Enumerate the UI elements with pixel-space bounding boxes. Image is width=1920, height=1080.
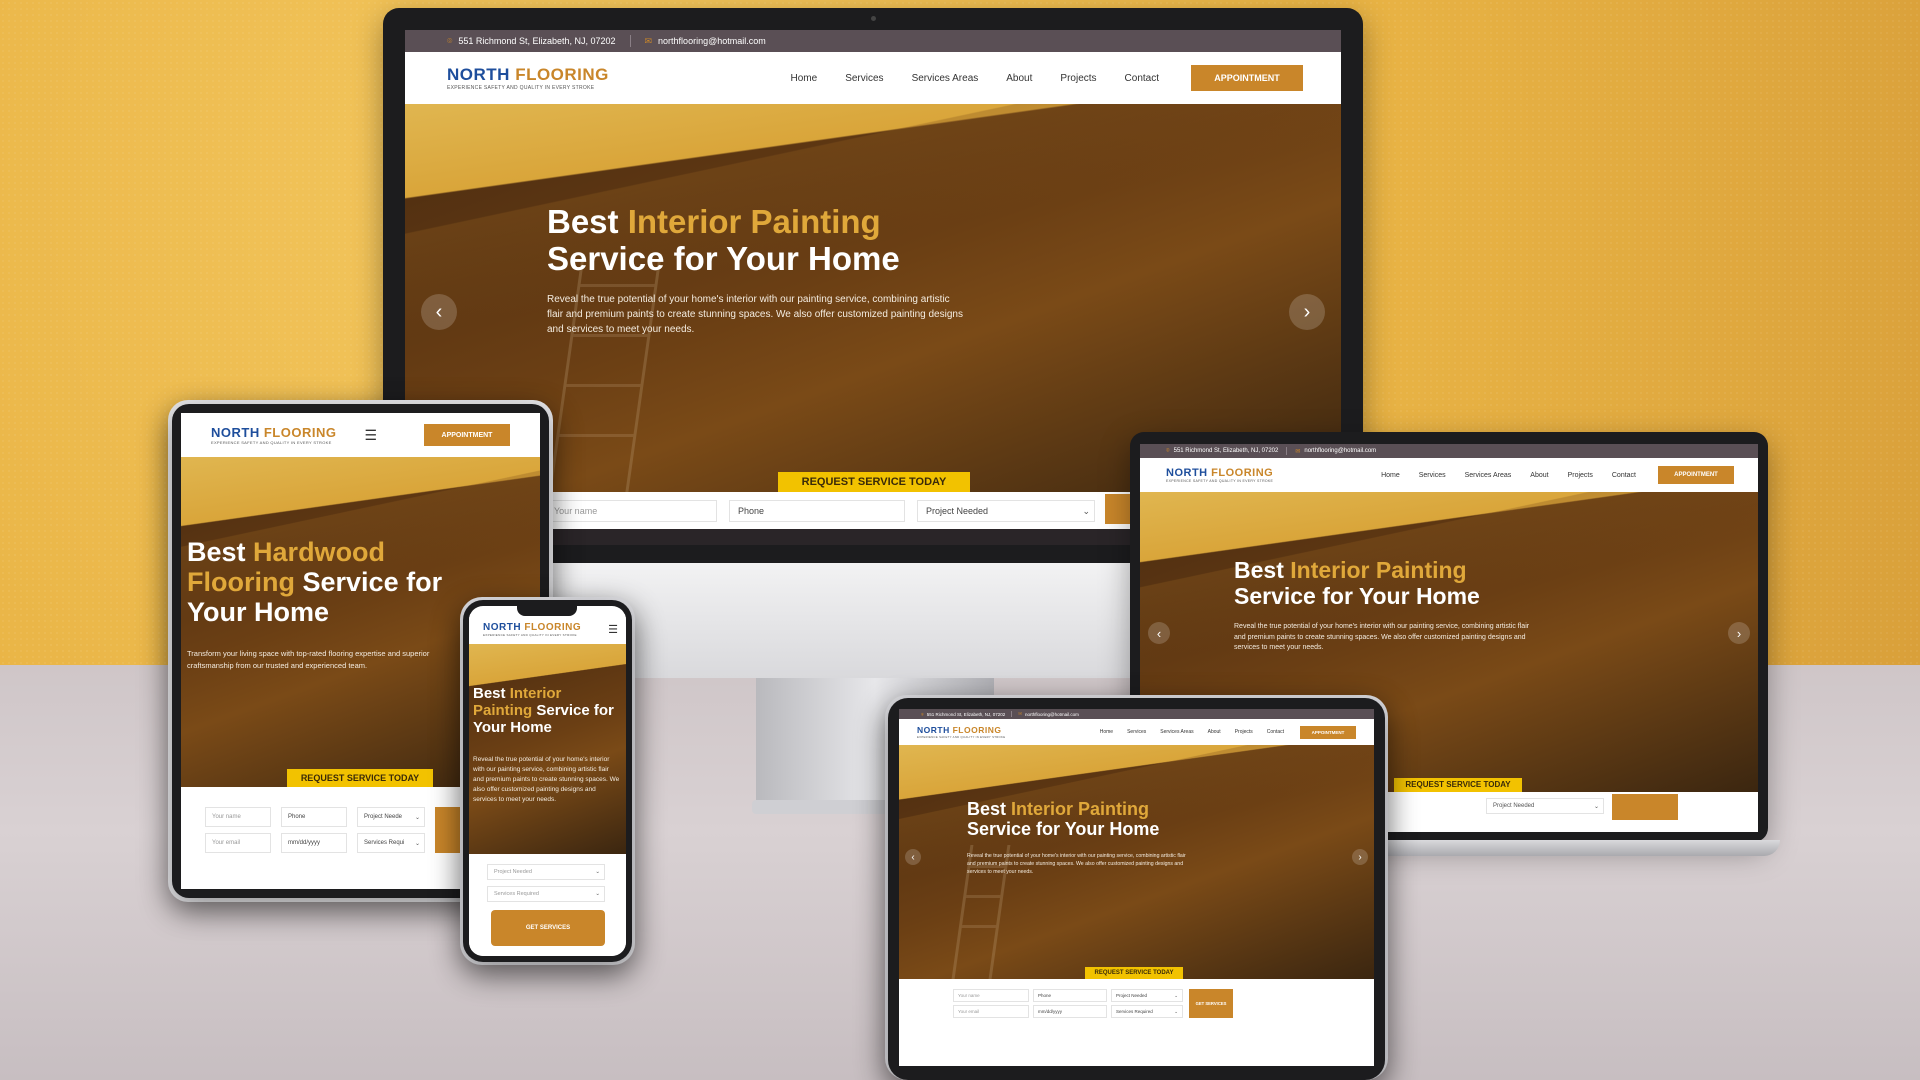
name-field[interactable]: Your name xyxy=(205,807,271,827)
mail-icon: ✉ xyxy=(1018,711,1023,716)
project-select[interactable]: Project Needed ⌄ xyxy=(1486,798,1604,814)
appointment-button[interactable]: APPOINTMENT xyxy=(1658,466,1734,484)
email[interactable]: ✉ northflooring@hotmail.com xyxy=(1018,711,1079,717)
chevron-down-icon: ⌄ xyxy=(1593,803,1599,810)
nav-home[interactable]: Home xyxy=(1381,472,1400,479)
location-pin-icon: ⌾ xyxy=(921,711,924,717)
phone-field[interactable]: Phone xyxy=(1033,989,1107,1002)
camera-dot xyxy=(871,16,876,21)
get-services-button[interactable]: GET SERVICES xyxy=(491,910,605,946)
nav-home[interactable]: Home xyxy=(1100,729,1113,735)
nav-projects[interactable]: Projects xyxy=(1568,472,1593,479)
chevron-down-icon: ⌄ xyxy=(1174,1008,1178,1014)
request-service-button[interactable]: REQUEST SERVICE TODAY xyxy=(1394,778,1522,792)
services-select[interactable]: Services Requi ⌄ xyxy=(357,833,425,853)
nav-services[interactable]: Services xyxy=(1127,729,1146,735)
carousel-prev-button[interactable]: ‹ xyxy=(1148,622,1170,644)
nav-services[interactable]: Services xyxy=(1419,472,1446,479)
hero-title: Best Interior Painting Service for Your H… xyxy=(547,203,900,277)
phone-device: NORTH FLOORING EXPERIENCE SAFETY AND QUA… xyxy=(460,597,635,965)
appointment-button[interactable]: APPOINTMENT xyxy=(1300,725,1356,739)
project-select[interactable]: Project Needed ⌄ xyxy=(1111,989,1183,1002)
carousel-prev-button[interactable]: ‹ xyxy=(905,849,921,865)
phone-notch xyxy=(517,606,577,616)
services-select[interactable]: Services Required ⌄ xyxy=(487,886,605,902)
date-field[interactable]: mm/dd/yyyy xyxy=(1033,1005,1107,1018)
services-select[interactable]: Services Required ⌄ xyxy=(1111,1005,1183,1018)
phone-field[interactable]: Phone xyxy=(729,500,905,522)
project-select[interactable]: Project Needed ⌄ xyxy=(487,864,605,880)
project-select[interactable]: Project Needed ⌄ xyxy=(917,500,1095,522)
nav-about[interactable]: About xyxy=(1530,472,1548,479)
phone-field[interactable]: Phone xyxy=(281,807,347,827)
mail-icon: ✉ xyxy=(1295,448,1301,455)
location-pin-icon: ⌾ xyxy=(1166,447,1170,454)
appointment-button[interactable]: APPOINTMENT xyxy=(424,424,510,446)
hero-title: Best Interior Painting Service for Your H… xyxy=(1234,557,1480,609)
address: ⌾ 551 Richmond St, Elizabeth, NJ, 07202 xyxy=(447,35,616,47)
tablet2-screen: ⌾ 551 Richmond St, Elizabeth, NJ, 07202 ✉… xyxy=(899,709,1374,1066)
hero-description: Reveal the true potential of your home's… xyxy=(1234,623,1530,651)
nav-about[interactable]: About xyxy=(1006,73,1032,84)
logo[interactable]: NORTH FLOORING EXPERIENCE SAFETY AND QUA… xyxy=(447,65,609,91)
tablet2-device: ⌾ 551 Richmond St, Elizabeth, NJ, 07202 ✉… xyxy=(885,695,1388,1080)
request-service-button[interactable]: REQUEST SERVICE TODAY xyxy=(1085,967,1183,979)
imac-topbar: ⌾ 551 Richmond St, Elizabeth, NJ, 07202 ✉… xyxy=(405,30,1341,52)
hero-title: Best Interior Painting Service for Your H… xyxy=(967,799,1160,840)
get-services-button[interactable]: GET SERVICES xyxy=(1189,989,1233,1018)
chevron-down-icon: ⌄ xyxy=(1082,505,1090,516)
nav-services-areas[interactable]: Services Areas xyxy=(912,73,979,84)
carousel-next-button[interactable]: › xyxy=(1289,294,1325,330)
nav-projects[interactable]: Projects xyxy=(1235,729,1253,735)
chevron-down-icon: ⌄ xyxy=(414,840,420,847)
hero-description: Transform your living space with top-rat… xyxy=(187,649,430,670)
get-services-button[interactable] xyxy=(1612,794,1678,820)
logo[interactable]: NORTH FLOORING EXPERIENCE SAFETY AND QUA… xyxy=(1166,467,1273,483)
nav-contact[interactable]: Contact xyxy=(1125,73,1159,84)
phone-screen: NORTH FLOORING EXPERIENCE SAFETY AND QUA… xyxy=(469,606,626,956)
location-pin-icon: ⌾ xyxy=(447,35,453,46)
carousel-next-button[interactable]: › xyxy=(1352,849,1368,865)
project-select[interactable]: Project Neede ⌄ xyxy=(357,807,425,827)
carousel-next-button[interactable]: › xyxy=(1728,622,1750,644)
nav-projects[interactable]: Projects xyxy=(1060,73,1096,84)
nav-services-areas[interactable]: Services Areas xyxy=(1160,729,1193,735)
logo[interactable]: NORTH FLOORING EXPERIENCE SAFETY AND QUA… xyxy=(211,425,336,445)
nav-services-areas[interactable]: Services Areas xyxy=(1465,472,1512,479)
logo[interactable]: NORTH FLOORING EXPERIENCE SAFETY AND QUA… xyxy=(483,622,581,637)
hamburger-menu-icon[interactable]: ☰ xyxy=(364,427,377,444)
request-service-button[interactable]: REQUEST SERVICE TODAY xyxy=(778,472,970,492)
hamburger-menu-icon[interactable]: ☰ xyxy=(608,623,618,636)
hero-title: Best Hardwood Flooring Service for Your Ho… xyxy=(187,537,443,628)
chevron-down-icon: ⌄ xyxy=(595,869,600,875)
nav-menu: Home Services Services Areas About Proje… xyxy=(791,73,1159,84)
email[interactable]: ✉ northflooring@hotmail.com xyxy=(1295,448,1376,455)
email[interactable]: ✉ northflooring@hotmail.com xyxy=(645,36,766,47)
chevron-down-icon: ⌄ xyxy=(1174,992,1178,998)
nav-home[interactable]: Home xyxy=(791,73,818,84)
chevron-down-icon: ⌄ xyxy=(414,814,420,821)
email-field[interactable]: Your email xyxy=(205,833,271,853)
hero-title: Best Interior Painting Service for Your Ho… xyxy=(473,685,614,736)
chevron-down-icon: ⌄ xyxy=(595,891,600,897)
hero-description: Reveal the true potential of your home's… xyxy=(967,853,1186,875)
request-service-button[interactable]: REQUEST SERVICE TODAY xyxy=(287,769,433,787)
name-field[interactable]: Your name xyxy=(547,500,717,522)
appointment-button[interactable]: APPOINTMENT xyxy=(1191,65,1303,91)
date-field[interactable]: mm/dd/yyyy xyxy=(281,833,347,853)
nav-services[interactable]: Services xyxy=(845,73,883,84)
name-field[interactable]: Your name xyxy=(953,989,1029,1002)
nav-contact[interactable]: Contact xyxy=(1612,472,1636,479)
nav-about[interactable]: About xyxy=(1208,729,1221,735)
email-field[interactable]: Your email xyxy=(953,1005,1029,1018)
hero-description: Reveal the true potential of your home's… xyxy=(473,756,620,804)
hero-description: Reveal the true potential of your home's… xyxy=(547,294,963,335)
mail-icon: ✉ xyxy=(644,35,653,46)
nav-contact[interactable]: Contact xyxy=(1267,729,1284,735)
logo[interactable]: NORTH FLOORING EXPERIENCE SAFETY AND QUA… xyxy=(917,725,1005,739)
carousel-prev-button[interactable]: ‹ xyxy=(421,294,457,330)
imac-navbar: NORTH FLOORING EXPERIENCE SAFETY AND QUA… xyxy=(405,52,1341,104)
